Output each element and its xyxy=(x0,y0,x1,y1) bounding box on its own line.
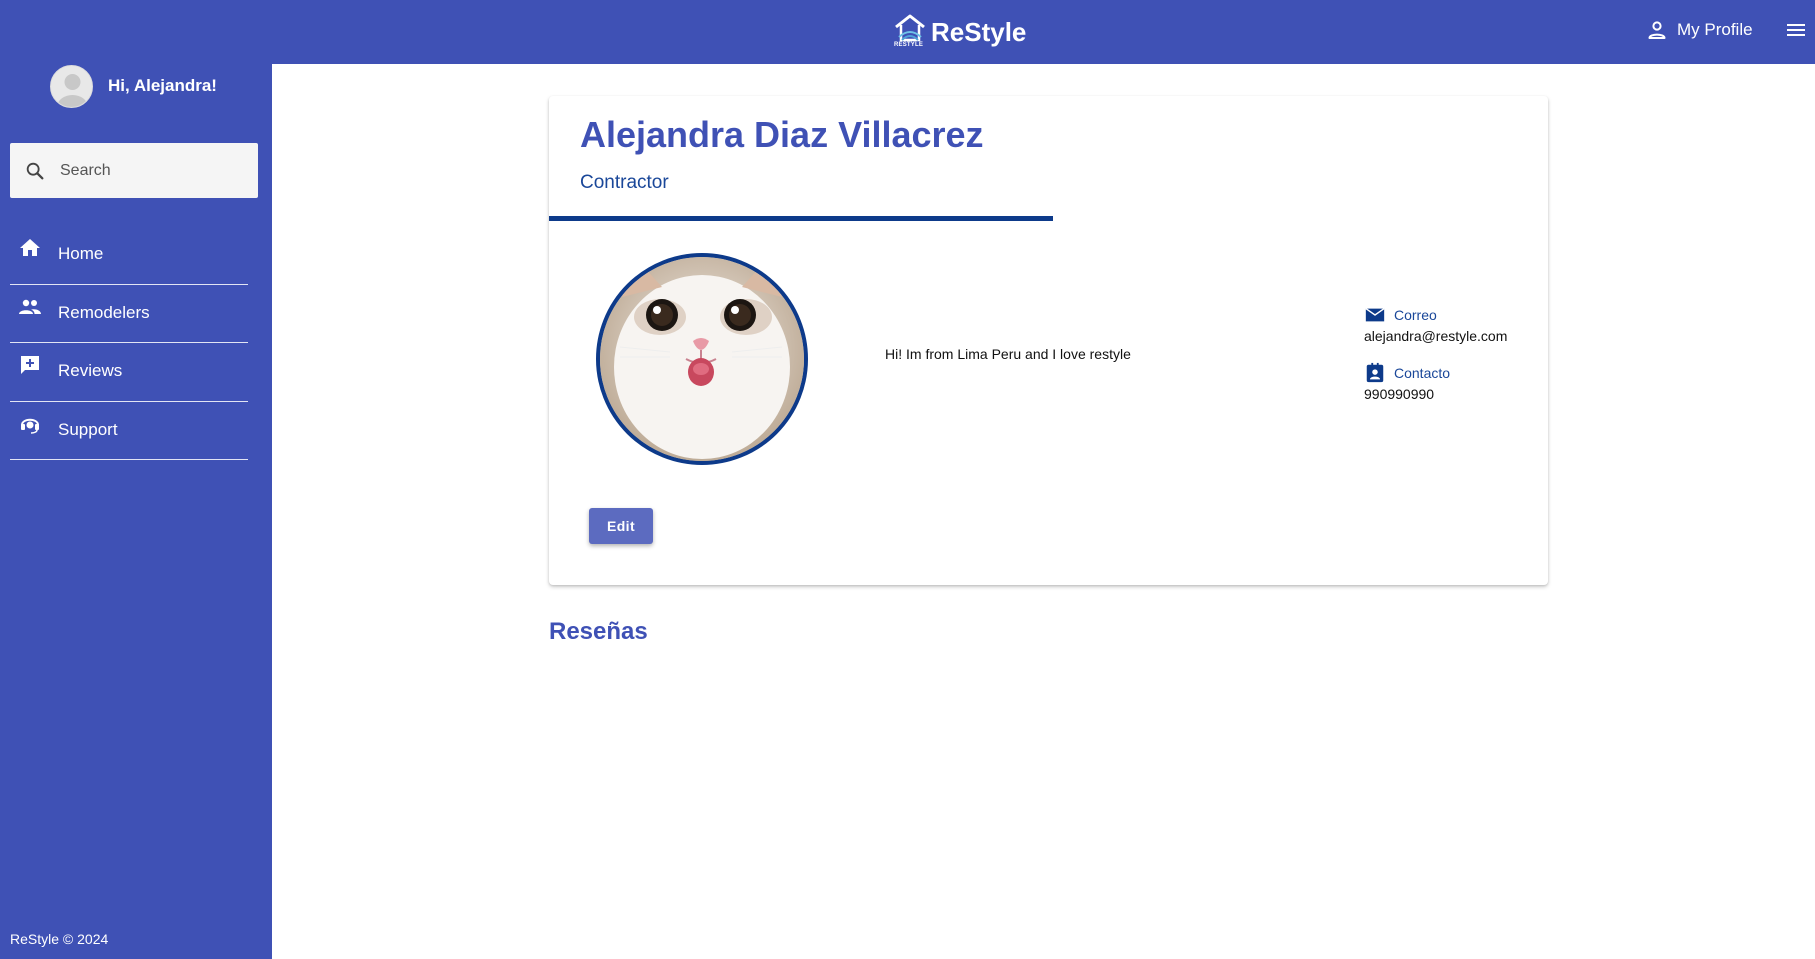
menu-icon xyxy=(1787,24,1805,36)
sidebar-nav: Home Remodelers Reviews Support xyxy=(10,226,248,460)
profile-name: Alejandra Diaz Villacrez xyxy=(580,114,984,155)
contact-info: Correo alejandra@restyle.com Contacto 99… xyxy=(1364,304,1534,406)
profile-role: Contractor xyxy=(580,172,669,193)
brand-name: ReStyle xyxy=(931,16,1027,47)
sidebar-item-label: Support xyxy=(58,419,118,439)
sidebar-item-home[interactable]: Home xyxy=(10,226,248,285)
profile-photo xyxy=(596,253,808,465)
phone-value: 990990990 xyxy=(1364,386,1435,402)
profile-bio: Hi! Im from Lima Peru and I love restyle xyxy=(885,346,1131,362)
search-icon xyxy=(26,162,44,179)
sidebar-item-support[interactable]: Support xyxy=(10,402,248,460)
support-agent-icon xyxy=(21,418,39,434)
top-app-bar: RESTYLE ReStyle My Profile xyxy=(0,0,1815,64)
sidebar-item-remodelers[interactable]: Remodelers xyxy=(10,285,248,343)
search-box[interactable] xyxy=(10,143,258,198)
edit-button[interactable]: Edit xyxy=(589,508,653,544)
header-underline xyxy=(549,216,1053,221)
reviews-section-title: Reseñas xyxy=(549,618,648,645)
home-icon xyxy=(20,239,40,256)
greeting-text: Hi, Alejandra! xyxy=(108,76,217,95)
default-avatar-icon xyxy=(57,73,88,107)
hamburger-menu-button[interactable] xyxy=(1784,18,1808,42)
add-comment-icon xyxy=(21,356,39,374)
email-icon xyxy=(1365,307,1385,322)
greeting-row: Hi, Alejandra! xyxy=(50,62,217,110)
contact-row: Contacto xyxy=(1364,362,1534,384)
my-profile-link[interactable]: My Profile xyxy=(1645,18,1753,42)
logo-caption: RESTYLE xyxy=(894,42,924,48)
email-row: Correo xyxy=(1364,304,1534,326)
restyle-logo-icon: RESTYLE xyxy=(893,13,927,51)
sidebar-footer: ReStyle © 2024 xyxy=(10,931,109,947)
search-input[interactable] xyxy=(60,161,240,180)
profile-card: Alejandra Diaz Villacrez Contractor Hi! … xyxy=(549,96,1548,585)
contact-card-icon xyxy=(1366,362,1384,383)
contact-label: Contacto xyxy=(1394,365,1451,381)
brand[interactable]: RESTYLE ReStyle xyxy=(893,12,1026,52)
email-value: alejandra@restyle.com xyxy=(1364,328,1508,344)
avatar[interactable] xyxy=(50,64,93,108)
sidebar-item-label: Home xyxy=(58,244,104,263)
email-label: Correo xyxy=(1394,307,1437,323)
sidebar-item-label: Reviews xyxy=(58,361,123,380)
person-outline-icon xyxy=(1648,21,1666,39)
sidebar-item-label: Remodelers xyxy=(58,302,150,322)
my-profile-label: My Profile xyxy=(1677,20,1753,39)
sidebar: Hi, Alejandra! Home Remodelers xyxy=(0,64,272,959)
sidebar-item-reviews[interactable]: Reviews xyxy=(10,343,248,402)
people-icon xyxy=(19,299,41,314)
